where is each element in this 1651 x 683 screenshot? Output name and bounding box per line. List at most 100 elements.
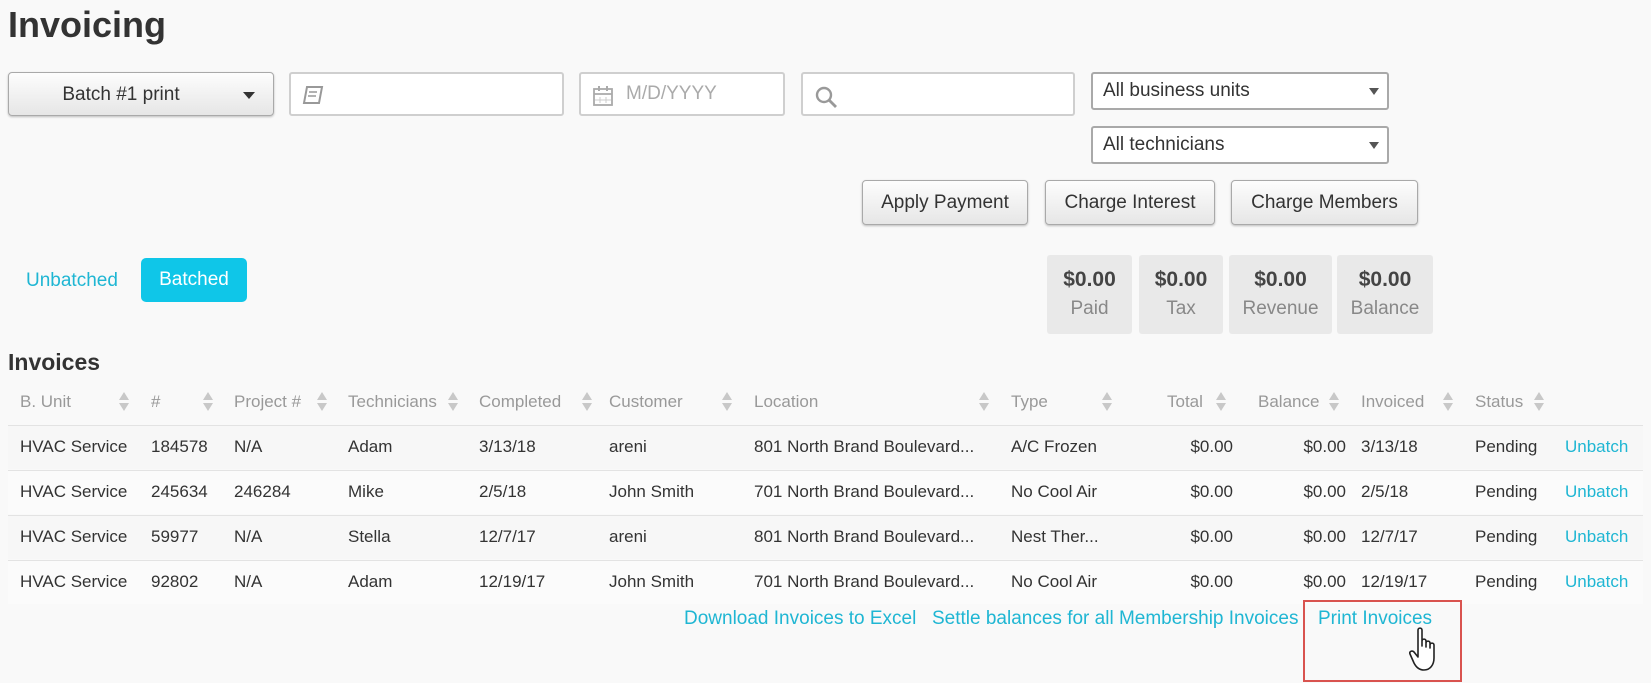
- sort-icon[interactable]: [1534, 392, 1544, 412]
- cell-status: Pending: [1475, 482, 1538, 501]
- summary-amount: $0.00: [1154, 268, 1208, 291]
- business-units-value: All business units: [1103, 80, 1250, 101]
- apply-payment-button[interactable]: Apply Payment: [862, 180, 1028, 225]
- date-field[interactable]: M/D/YYYY: [579, 72, 785, 116]
- charge-members-button[interactable]: Charge Members: [1231, 180, 1418, 225]
- hand-cursor-icon: [1409, 627, 1435, 671]
- summary-balance: $0.00 Balance: [1337, 255, 1433, 334]
- cell-type: No Cool Air: [1011, 482, 1097, 501]
- column-header-location[interactable]: Location: [754, 392, 818, 412]
- sort-icon[interactable]: [119, 392, 129, 412]
- cell-type: No Cool Air: [1011, 572, 1097, 591]
- sort-icon[interactable]: [317, 392, 327, 412]
- column-header-status[interactable]: Status: [1475, 392, 1523, 412]
- column-header-completed[interactable]: Completed: [479, 392, 561, 412]
- cell-balance: $0.00: [1303, 437, 1346, 456]
- sort-icon[interactable]: [1329, 392, 1339, 412]
- summary-paid: $0.00 Paid: [1047, 255, 1132, 334]
- cell-location: 801 North Brand Boulevard...: [754, 527, 975, 546]
- sort-icon[interactable]: [1443, 392, 1453, 412]
- technicians-value: All technicians: [1103, 134, 1225, 155]
- book-search-input[interactable]: [289, 72, 564, 116]
- cell-invoiced: 2/5/18: [1361, 482, 1409, 501]
- invoices-title: Invoices: [8, 349, 101, 375]
- cell-technicians: Adam: [348, 572, 393, 591]
- dropdown-arrow-icon: [1369, 88, 1379, 95]
- cell-project: N/A: [234, 527, 263, 546]
- cell-location: 701 North Brand Boulevard...: [754, 572, 975, 591]
- summary-tax: $0.00 Tax: [1139, 255, 1223, 334]
- cell-balance: $0.00: [1303, 572, 1346, 591]
- cell-completed: 12/19/17: [479, 572, 546, 591]
- sort-icon[interactable]: [722, 392, 732, 412]
- cell-completed: 2/5/18: [479, 482, 527, 501]
- summary-label: Paid: [1070, 298, 1109, 319]
- cell-customer: John Smith: [609, 482, 695, 501]
- column-header-number[interactable]: #: [151, 392, 160, 412]
- cell-total: $0.00: [1190, 572, 1233, 591]
- search-icon: [815, 86, 837, 108]
- sort-icon[interactable]: [582, 392, 592, 412]
- unbatched-tab[interactable]: Unbatched: [26, 270, 118, 292]
- summary-amount: $0.00: [1254, 268, 1307, 291]
- search-input[interactable]: [801, 72, 1075, 116]
- column-header-customer[interactable]: Customer: [609, 392, 683, 412]
- table-row[interactable]: HVAC Service 59977 N/A Stella 12/7/17 ar…: [8, 515, 1643, 559]
- column-header-total[interactable]: Total: [1167, 392, 1203, 412]
- table-row[interactable]: HVAC Service 184578 N/A Adam 3/13/18 are…: [8, 425, 1643, 469]
- column-header-invoiced[interactable]: Invoiced: [1361, 392, 1424, 412]
- cell-total: $0.00: [1190, 527, 1233, 546]
- cell-technicians: Stella: [348, 527, 391, 546]
- unbatch-link[interactable]: Unbatch: [1565, 482, 1628, 502]
- unbatch-link[interactable]: Unbatch: [1565, 527, 1628, 547]
- cell-completed: 12/7/17: [479, 527, 536, 546]
- cell-balance: $0.00: [1303, 527, 1346, 546]
- summary-amount: $0.00: [1358, 268, 1412, 291]
- calendar-icon: [593, 86, 613, 106]
- unbatch-link[interactable]: Unbatch: [1565, 437, 1628, 457]
- batched-tab[interactable]: Batched: [141, 258, 247, 302]
- cell-project: 246284: [234, 482, 291, 501]
- sort-icon[interactable]: [203, 392, 213, 412]
- cell-number: 92802: [151, 572, 199, 591]
- cell-number: 184578: [151, 437, 208, 456]
- table-row[interactable]: HVAC Service 245634 246284 Mike 2/5/18 J…: [8, 470, 1643, 514]
- technicians-select[interactable]: All technicians: [1091, 126, 1389, 164]
- page-title: Invoicing: [8, 4, 167, 45]
- sort-icon[interactable]: [979, 392, 989, 412]
- cell-type: A/C Frozen: [1011, 437, 1097, 456]
- batch-select[interactable]: Batch #1 print: [8, 72, 274, 116]
- table-row[interactable]: HVAC Service 92802 N/A Adam 12/19/17 Joh…: [8, 560, 1643, 604]
- cell-project: N/A: [234, 437, 263, 456]
- cell-technicians: Mike: [348, 482, 384, 501]
- charge-interest-button[interactable]: Charge Interest: [1045, 180, 1215, 225]
- cell-total: $0.00: [1190, 482, 1233, 501]
- sort-icon[interactable]: [1102, 392, 1112, 412]
- cell-technicians: Adam: [348, 437, 393, 456]
- summary-revenue: $0.00 Revenue: [1229, 255, 1332, 334]
- column-header-bunit[interactable]: B. Unit: [20, 392, 71, 412]
- unbatch-link[interactable]: Unbatch: [1565, 572, 1628, 592]
- column-header-type[interactable]: Type: [1011, 392, 1048, 412]
- dropdown-arrow-icon: [1369, 142, 1379, 149]
- column-header-project[interactable]: Project #: [234, 392, 301, 412]
- download-invoices-link[interactable]: Download Invoices to Excel: [684, 608, 916, 630]
- cell-balance: $0.00: [1303, 482, 1346, 501]
- column-header-balance[interactable]: Balance: [1258, 392, 1319, 412]
- cell-bunit: HVAC Service: [20, 482, 128, 501]
- cell-bunit: HVAC Service: [20, 527, 128, 546]
- cell-status: Pending: [1475, 437, 1538, 456]
- cell-bunit: HVAC Service: [20, 572, 128, 591]
- cell-customer: areni: [609, 527, 647, 546]
- column-header-technicians[interactable]: Technicians: [348, 392, 437, 412]
- business-units-select[interactable]: All business units: [1091, 72, 1389, 110]
- cell-invoiced: 3/13/18: [1361, 437, 1418, 456]
- sort-icon[interactable]: [448, 392, 458, 412]
- sort-icon[interactable]: [1216, 392, 1226, 412]
- cell-status: Pending: [1475, 527, 1538, 546]
- cell-number: 59977: [151, 527, 199, 546]
- batch-select-label: Batch #1 print: [62, 84, 180, 105]
- cell-location: 801 North Brand Boulevard...: [754, 437, 975, 456]
- settle-balances-link[interactable]: Settle balances for all Membership Invoi…: [932, 608, 1298, 630]
- book-icon: [302, 86, 324, 104]
